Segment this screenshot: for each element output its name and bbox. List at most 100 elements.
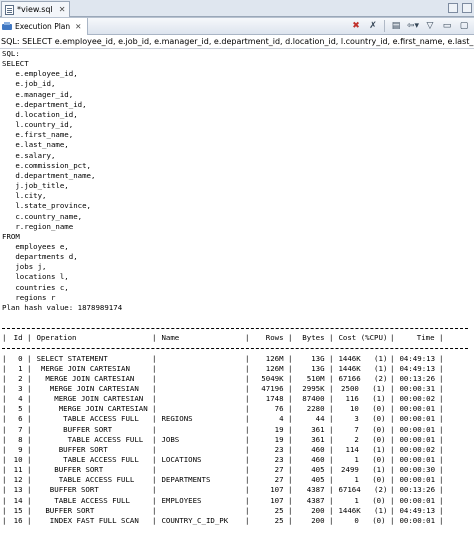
cell-bytes: 361 [306,424,329,434]
sql-line: e.salary, [2,150,56,160]
cell-cost: 1 (0) [349,475,390,485]
layout-icon[interactable]: ▤ [390,20,402,32]
history-dropdown-icon[interactable]: ⇦▾ [407,20,419,32]
table-row: | 11 | BUFFER SORT | | 27 | 405 | 2499 (… [2,465,474,475]
table-header-rule [2,343,474,353]
cell-id: 1 [13,363,27,373]
cell-rows: 23 [270,455,288,465]
table-row: | 15 | BUFFER SORT | | 25 | 200 | 1446K … [2,506,474,516]
cell-cost: 1 (0) [349,495,390,505]
view-toolbar: Execution Plan ✕ ✖ ✗ ▤ ⇦▾ ▽ ▭ ▢ [0,18,474,35]
table-row: | 7 | BUFFER SORT | | 19 | 361 | 7 (0) |… [2,425,474,435]
cell-bytes: 4387 [302,485,329,495]
cell-time: 00:00:01 [395,475,439,485]
editor-tab-view-sql[interactable]: *view.sql ✕ [1,1,71,17]
cell-time: 04:49:13 [395,353,439,363]
cell-bytes: 13G [306,353,329,363]
cell-rows: 76 [270,404,288,414]
cell-rows: 47196 [256,384,288,394]
cell-cost: Cost (%CPU) [334,333,390,343]
cell-id: 15 [9,505,27,515]
maximize-icon[interactable] [462,3,472,13]
cell-id: 16 [9,515,27,525]
close-icon[interactable]: ✕ [75,22,81,31]
cell-name [157,465,245,475]
cell-id: 7 [13,424,27,434]
tab-execution-plan[interactable]: Execution Plan ✕ [0,18,89,35]
column-separator: | [439,373,444,383]
cell-time: 00:00:01 [395,455,439,465]
column-separator: | [439,455,444,465]
column-separator: | [439,444,444,454]
cell-operation: MERGE JOIN CARTESIAN [32,394,148,404]
cell-operation: TABLE ACCESS FULL [32,414,144,424]
remove-icon[interactable]: ✖ [350,20,362,32]
cell-cost: 116 (1) [341,394,390,404]
cell-name [157,485,245,495]
cell-rows: Rows [261,333,288,343]
column-separator: | [439,505,444,515]
cell-id: 8 [13,434,27,444]
execution-plan-view: Execution Plan ✕ ✖ ✗ ▤ ⇦▾ ▽ ▭ ▢ SQL: SEL… [0,17,474,537]
cell-name [157,354,245,364]
close-icon[interactable]: ✕ [59,5,66,14]
cell-time: Time [412,333,439,343]
cell-name [157,374,245,384]
maximize-icon[interactable]: ▢ [458,20,470,32]
column-separator: | [439,414,444,424]
column-separator: | [439,485,444,495]
column-separator: | [439,363,444,373]
sql-line: e.commission_pct, [2,160,91,170]
cell-bytes: 44 [311,414,329,424]
cell-bytes: 460 [306,455,329,465]
table-row: | 2 | MERGE JOIN CARTESIAN | | 5049K | 5… [2,374,474,384]
cell-name: REGIONS [157,414,198,424]
cell-rows: 25 [270,515,288,525]
cell-id: 9 [13,444,27,454]
column-separator: | [439,424,444,434]
cell-cost: 2500 (1) [336,384,390,394]
remove-all-icon[interactable]: ✗ [367,20,379,32]
sql-line: e.job_id, [2,79,56,89]
cell-cost: 67166 (2) [334,373,390,383]
table-row: | 13 | BUFFER SORT | | 107 | 4387 | 6716… [2,485,474,495]
sql-line: c.country_name, [2,211,83,221]
table-row: | 12 | TABLE ACCESS FULL | DEPARTMENTS |… [2,475,474,485]
cell-operation: BUFFER SORT [32,505,99,515]
cell-name [157,394,245,404]
cell-name [157,425,245,435]
table-row: | 6 | TABLE ACCESS FULL | REGIONS | 4 | … [2,414,474,424]
sql-line: l.city, [2,191,47,201]
cell-name: DEPARTMENTS [157,475,215,485]
toolbar-separator [384,20,385,32]
cell-cost: 114 (1) [341,444,390,454]
table-row: | 0 | SELECT STATEMENT | | 126M | 13G | … [2,354,474,364]
cell-cost: 1446K (1) [334,353,390,363]
view-menu-icon[interactable]: ▽ [424,20,436,32]
cell-operation: MERGE JOIN CARTESIAN [32,404,152,414]
column-separator: | [439,333,444,343]
cell-operation: MERGE JOIN CARTESIAN [32,363,135,373]
cell-bytes: 2995K [297,384,329,394]
cell-name: JOBS [157,434,184,444]
cell-bytes: 4387 [302,495,329,505]
table-row: | 10 | TABLE ACCESS FULL | LOCATIONS | 2… [2,455,474,465]
cell-name [157,384,245,394]
sql-file-icon [5,4,14,15]
cell-time: 00:00:01 [395,424,439,434]
cell-operation: INDEX FAST FULL SCAN [32,515,144,525]
view-tools: ✖ ✗ ▤ ⇦▾ ▽ ▭ ▢ [350,20,470,32]
cell-bytes: 510M [302,373,329,383]
cell-bytes: 460 [306,444,329,454]
minimize-icon[interactable] [448,3,458,13]
column-separator: | [439,404,444,414]
cell-rows: 23 [270,444,288,454]
cell-time: 00:00:02 [395,444,439,454]
cell-time: 00:00:01 [395,414,439,424]
sql-line: j.job_title, [2,181,69,191]
table-row: | 9 | BUFFER SORT | | 23 | 460 | 114 (1)… [2,445,474,455]
cell-name [157,445,245,455]
table-row: | 3 | MERGE JOIN CARTESIAN | | 47196 | 2… [2,384,474,394]
minimize-icon[interactable]: ▭ [441,20,453,32]
